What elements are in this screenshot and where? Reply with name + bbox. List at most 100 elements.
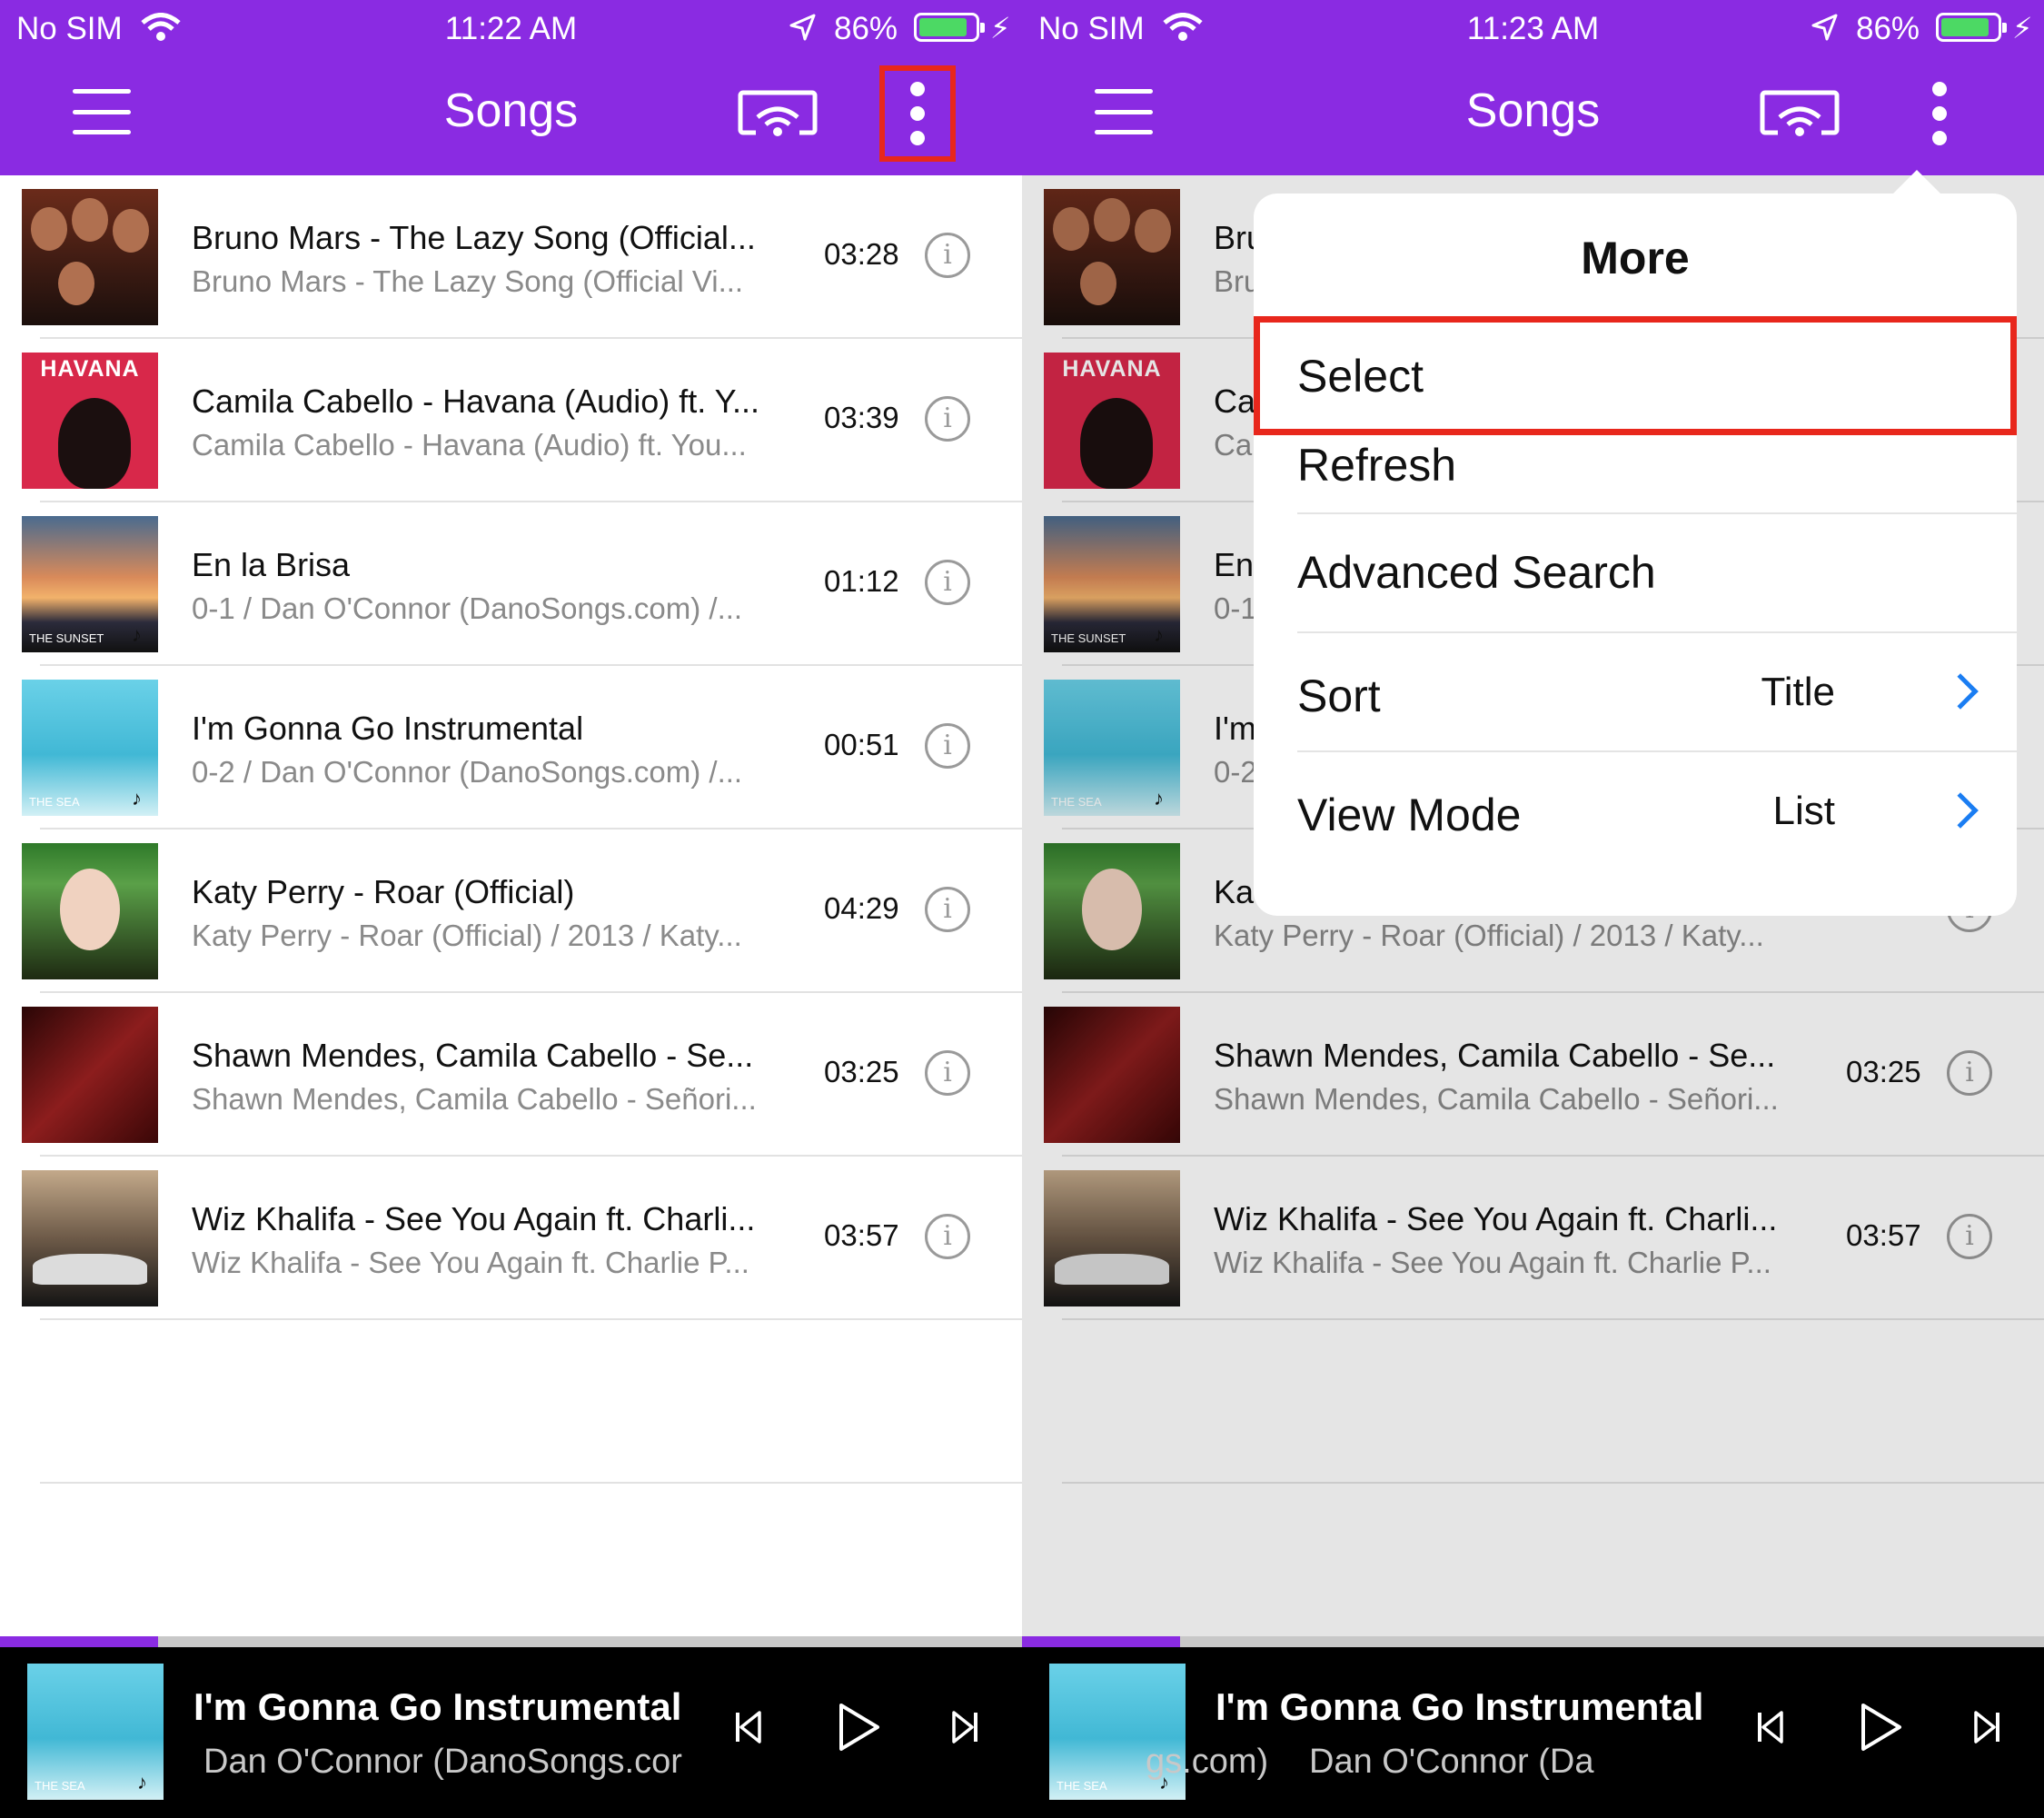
battery-percent: 86% [834, 11, 898, 46]
menu-item-value: Title [1761, 670, 1836, 714]
menu-item-value: List [1772, 789, 1835, 833]
info-icon[interactable]: i [925, 560, 970, 605]
song-subtitle: Wiz Khalifa - See You Again ft. Charlie … [192, 1246, 749, 1279]
song-duration: 03:28 [824, 237, 899, 271]
player-album-art: THE SEA ♪ [27, 1664, 164, 1800]
playback-progress[interactable] [0, 1636, 1022, 1647]
page-title: Songs [443, 84, 579, 137]
divider [40, 1482, 1022, 1484]
location-arrow-icon [789, 14, 816, 41]
song-title: Shawn Mendes, Camila Cabello - Se... [192, 1037, 754, 1074]
music-note-icon: ♪ [137, 1771, 147, 1793]
location-arrow-icon [1811, 14, 1838, 41]
divider [40, 1318, 1022, 1320]
song-duration: 03:25 [824, 1055, 899, 1088]
song-title: Bruno Mars - The Lazy Song (Official... [192, 219, 756, 256]
nav-bar: Songs [1022, 56, 2044, 175]
chevron-right-icon [1942, 792, 1979, 829]
list-item[interactable]: Wiz Khalifa - See You Again ft. Charli..… [0, 1157, 1022, 1320]
more-popover: More Select Refresh Advanced Search Sort… [1254, 170, 2017, 916]
song-title: En la Brisa [192, 546, 351, 583]
song-title: Camila Cabello - Havana (Audio) ft. Y... [192, 382, 759, 420]
menu-item-refresh[interactable]: Refresh [1254, 435, 2017, 514]
charging-bolt-icon: ⚡ [2012, 12, 2033, 45]
mini-player[interactable]: THE SEA ♪ I'm Gonna Go Instrumental gs.co… [1022, 1647, 2044, 1818]
music-note-icon: ♪ [132, 787, 142, 810]
album-art: THE SEA ♪ [22, 680, 158, 816]
info-icon[interactable]: i [925, 887, 970, 932]
menu-item-view-mode[interactable]: View Mode List [1254, 752, 2017, 871]
page-title: Songs [1465, 84, 1601, 137]
battery-icon [1936, 13, 2007, 42]
app-header: No SIM 11:22 AM 86% ⚡ Songs [0, 0, 1022, 175]
charging-bolt-icon: ⚡ [990, 12, 1011, 45]
cast-icon[interactable] [738, 90, 818, 139]
music-note-icon: ♪ [132, 623, 142, 646]
menu-item-label: View Mode [1297, 790, 1522, 840]
song-duration: 01:12 [824, 564, 899, 598]
menu-item-label: Refresh [1297, 440, 1457, 491]
list-item[interactable]: THE SUNSET ♪ En la Brisa 0-1 / Dan O'Conn… [0, 502, 1022, 666]
menu-item-label: Select [1297, 351, 1424, 402]
album-art [22, 1170, 158, 1306]
list-item[interactable]: HAVANA Camila Cabello - Havana (Audio) f… [0, 339, 1022, 502]
list-item[interactable]: Katy Perry - Roar (Official) Katy Perry … [0, 830, 1022, 993]
battery-percent: 86% [1856, 11, 1920, 46]
list-item[interactable]: Bruno Mars - The Lazy Song (Official... … [0, 175, 1022, 339]
menu-item-label: Advanced Search [1297, 547, 1656, 598]
previous-track-icon[interactable] [734, 1709, 763, 1745]
next-track-icon[interactable] [1972, 1709, 2001, 1745]
popover-caret [1890, 170, 1944, 197]
song-subtitle: 0-2 / Dan O'Connor (DanoSongs.com) /... [192, 755, 743, 789]
song-duration: 04:29 [824, 891, 899, 925]
song-duration: 03:57 [824, 1218, 899, 1252]
list-item[interactable]: THE SEA ♪ I'm Gonna Go Instrumental 0-2 /… [0, 666, 1022, 830]
song-subtitle: Shawn Mendes, Camila Cabello - Señori... [192, 1082, 757, 1116]
menu-item-select[interactable]: Select [1254, 316, 2017, 435]
next-track-icon[interactable] [950, 1709, 979, 1745]
app-header: No SIM 11:23 AM 86% ⚡ Songs [1022, 0, 2044, 175]
play-icon[interactable] [1860, 1702, 1903, 1753]
chevron-right-icon [1942, 673, 1979, 710]
info-icon[interactable]: i [925, 723, 970, 769]
song-duration: 00:51 [824, 728, 899, 761]
more-vertical-icon[interactable] [879, 65, 956, 162]
mini-player[interactable]: THE SEA ♪ I'm Gonna Go Instrumental Dan O… [0, 1647, 1022, 1818]
album-art-text: THE SEA [29, 795, 80, 809]
album-art [22, 843, 158, 979]
song-subtitle: Bruno Mars - The Lazy Song (Official Vi.… [192, 264, 744, 298]
album-art: THE SUNSET ♪ [22, 516, 158, 652]
album-art-text: THE SEA [35, 1779, 85, 1793]
menu-item-sort[interactable]: Sort Title [1254, 633, 2017, 752]
song-duration: 03:39 [824, 401, 899, 434]
cast-icon[interactable] [1760, 90, 1840, 139]
previous-track-icon[interactable] [1756, 1709, 1785, 1745]
album-art: HAVANA [22, 353, 158, 489]
play-icon[interactable] [838, 1702, 881, 1753]
player-artist: Dan O'Connor (DanoSongs.cor [203, 1743, 682, 1781]
status-bar: No SIM 11:23 AM 86% ⚡ [1022, 0, 2044, 56]
info-icon[interactable]: i [925, 1050, 970, 1096]
playback-progress[interactable] [1022, 1636, 2044, 1647]
album-art-text: THE SEA [1057, 1779, 1107, 1793]
menu-item-advanced-search[interactable]: Advanced Search [1254, 514, 2017, 633]
info-icon[interactable]: i [925, 396, 970, 442]
album-art-text: THE SUNSET [29, 631, 104, 645]
player-title: I'm Gonna Go Instrumental [193, 1685, 682, 1728]
song-title: Wiz Khalifa - See You Again ft. Charli..… [192, 1200, 756, 1237]
song-subtitle: Katy Perry - Roar (Official) / 2013 / Ka… [192, 919, 742, 952]
more-vertical-icon[interactable] [1901, 65, 1978, 162]
album-art [22, 189, 158, 325]
list-item[interactable]: Shawn Mendes, Camila Cabello - Se... Sha… [0, 993, 1022, 1157]
album-art [22, 1007, 158, 1143]
battery-icon [914, 13, 985, 42]
status-bar: No SIM 11:22 AM 86% ⚡ [0, 0, 1022, 56]
player-artist-scroll-b: Dan O'Connor (Da [1309, 1743, 1594, 1781]
album-art-text: HAVANA [40, 356, 140, 382]
song-subtitle: 0-1 / Dan O'Connor (DanoSongs.com) /... [192, 591, 743, 625]
player-artist-scroll-a: gs.com) [1146, 1743, 1269, 1781]
menu-item-label: Sort [1297, 671, 1381, 721]
info-icon[interactable]: i [925, 1214, 970, 1259]
song-title: I'm Gonna Go Instrumental [192, 710, 584, 747]
info-icon[interactable]: i [925, 233, 970, 278]
